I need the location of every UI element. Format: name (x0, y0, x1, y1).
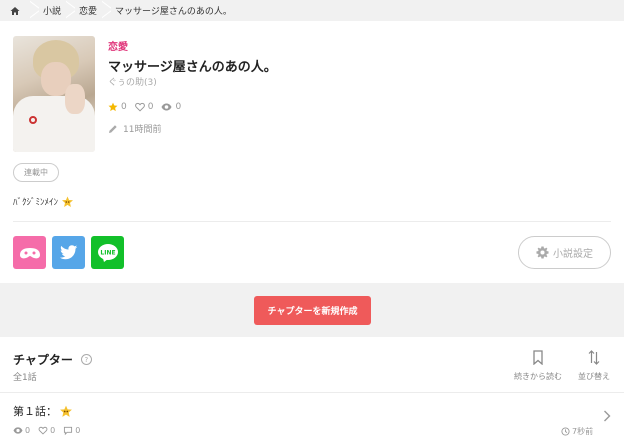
chevron-right-icon (604, 410, 611, 422)
updated-time: 11時間前 (108, 122, 161, 135)
gear-icon (536, 246, 549, 259)
genre-link[interactable]: 恋愛 (108, 38, 128, 53)
line-icon-text: LINE (100, 249, 115, 256)
share-twitter-button[interactable] (52, 236, 85, 269)
author-link[interactable]: ぐぅの助(3) (108, 75, 157, 88)
breadcrumb-item-novels[interactable]: 小説 (39, 4, 66, 17)
chapter-stats: 0 0 0 (13, 426, 88, 435)
pencil-icon (109, 124, 117, 133)
eye-icon (13, 427, 23, 434)
status-badge: 連載中 (13, 163, 59, 182)
chapter-view-count: 0 (13, 426, 30, 435)
breadcrumb-separator (102, 0, 111, 21)
eye-icon (161, 103, 172, 111)
home-icon (10, 6, 20, 15)
novel-description: ﾊﾞｸｼﾞﾐﾝﾒｲﾝ (13, 195, 74, 208)
chapter-title: 第１話： (13, 403, 73, 419)
chapter-count: 全1話 (13, 373, 37, 383)
home-button[interactable] (0, 0, 30, 21)
help-icon[interactable]: ? (80, 354, 92, 365)
like-count: 0 (134, 102, 153, 112)
sort-icon (588, 350, 600, 365)
divider (13, 221, 611, 222)
star-emoji-icon (60, 405, 72, 417)
chapter-list-item[interactable]: 第１話： 0 0 0 7秒前 (0, 393, 624, 444)
breadcrumb-item-genre[interactable]: 恋愛 (75, 4, 102, 17)
line-icon: LINE (97, 243, 118, 262)
chapters-heading: チャプター ? (13, 351, 92, 368)
clock-icon (561, 427, 570, 436)
chapter-updated-time: 7秒前 (561, 426, 593, 437)
star-count: 0 (108, 102, 127, 112)
resume-reading-button[interactable]: 続きから読む (514, 350, 562, 382)
star-icon (108, 102, 118, 112)
cover-image[interactable] (13, 36, 95, 152)
heart-icon (38, 426, 48, 435)
view-count: 0 (161, 102, 181, 112)
bookmark-icon (533, 350, 543, 365)
comment-icon (64, 426, 73, 435)
breadcrumb-separator (66, 0, 75, 21)
novel-settings-button[interactable]: 小説設定 (518, 236, 611, 269)
novel-title: マッサージ屋さんのあの人。 (108, 60, 277, 75)
twitter-icon (59, 245, 77, 260)
breadcrumb: 小説 恋愛 マッサージ屋さんのあの人。 (0, 0, 624, 21)
breadcrumb-separator (30, 0, 39, 21)
new-chapter-button[interactable]: チャプターを新規作成 (254, 296, 371, 325)
star-emoji-icon (62, 196, 74, 207)
breadcrumb-item-current: マッサージ屋さんのあの人。 (115, 7, 232, 17)
novel-stats: 0 0 0 (108, 102, 189, 112)
chapter-like-count: 0 (38, 426, 55, 435)
app-logo-icon (19, 247, 40, 258)
heart-icon (134, 102, 145, 112)
chapter-comment-count: 0 (63, 426, 80, 435)
share-app-button[interactable] (13, 236, 46, 269)
share-line-button[interactable]: LINE (91, 236, 124, 269)
sort-button[interactable]: 並び替え (578, 350, 610, 382)
